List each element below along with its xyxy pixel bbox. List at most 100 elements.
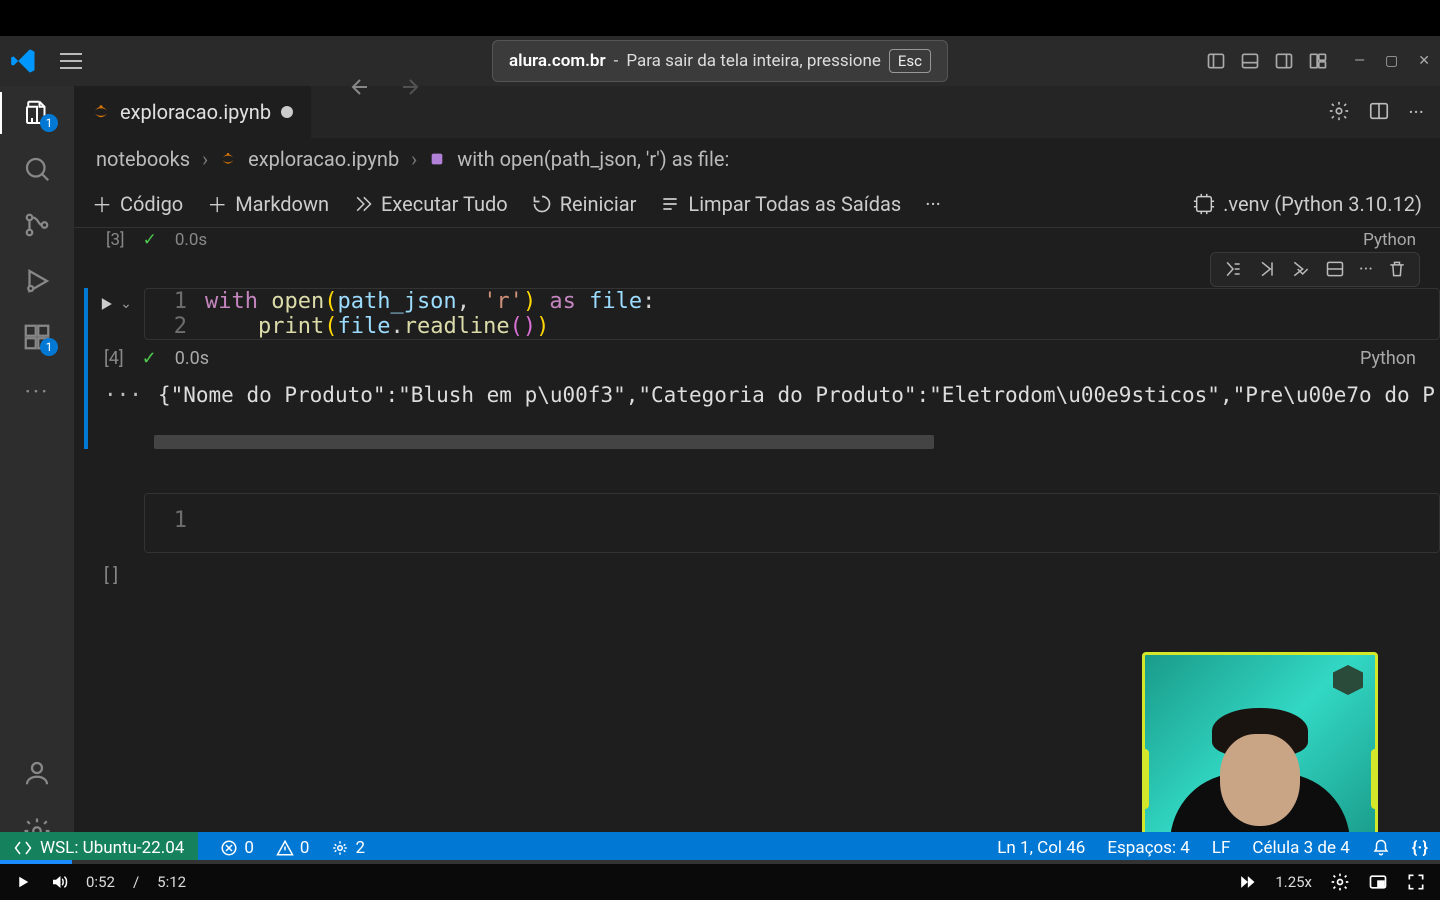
shield-icon: [1333, 665, 1363, 695]
video-time-total: 5:12: [157, 873, 186, 891]
cell-language[interactable]: Python: [1360, 348, 1440, 369]
video-time-current: 0:52: [86, 873, 115, 891]
video-settings-icon[interactable]: [1330, 872, 1350, 892]
ports-count[interactable]: 2: [331, 838, 365, 858]
output-scrollbar[interactable]: [154, 435, 934, 449]
empty-cell-exec-count: [ ]: [84, 553, 1440, 586]
json-icon[interactable]: {·}: [1412, 838, 1428, 858]
run-debug-icon[interactable]: [22, 266, 52, 296]
window-controls: — ▢ ✕: [1354, 53, 1430, 69]
layout-controls: [1206, 51, 1328, 71]
errors-count[interactable]: 0: [220, 838, 254, 858]
cell-toolbar: ···: [1210, 252, 1420, 287]
delete-cell-icon[interactable]: [1387, 259, 1407, 280]
explorer-icon[interactable]: 1: [22, 98, 52, 128]
chevron-down-icon[interactable]: ⌄: [120, 296, 132, 312]
tab-exploracao[interactable]: exploracao.ipynb: [74, 86, 311, 138]
source-control-icon[interactable]: [22, 210, 52, 240]
previous-cell-status: [3] ✓ 0.0s Python: [84, 228, 1440, 252]
video-controls: 0:52 / 5:12 1.25x: [0, 864, 1440, 900]
warnings-count[interactable]: 0: [276, 838, 310, 858]
run-all-button[interactable]: Executar Tudo: [353, 192, 508, 216]
pip-icon[interactable]: [1368, 872, 1388, 892]
exec-time: 0.0s: [175, 348, 209, 369]
clear-outputs-button[interactable]: Limpar Todas as Saídas: [660, 192, 901, 216]
symbol-icon: [429, 151, 445, 167]
breadcrumb[interactable]: notebooks › exploracao.ipynb › with open…: [74, 138, 1440, 180]
tab-bar: exploracao.ipynb ···: [74, 86, 1440, 138]
toolbar-more-icon[interactable]: ···: [925, 192, 941, 216]
chevron-right-icon: ›: [202, 147, 208, 171]
activity-bar: 1 1 ···: [0, 86, 74, 864]
unsaved-indicator-icon: [281, 106, 293, 118]
nav-forward-icon[interactable]: [394, 71, 426, 103]
cursor-position[interactable]: Ln 1, Col 46: [997, 838, 1085, 858]
menu-button[interactable]: [54, 47, 88, 75]
play-button[interactable]: [14, 873, 32, 891]
execute-below-icon[interactable]: [1291, 259, 1311, 280]
cell-output: ··· {"Nome do Produto":"Blush em p\u00f3…: [84, 377, 1440, 407]
output-expand-icon[interactable]: ···: [104, 383, 142, 407]
run-cell-icon[interactable]: [96, 294, 116, 314]
extensions-icon[interactable]: 1: [22, 322, 52, 352]
notebook-settings-icon[interactable]: [1328, 100, 1350, 124]
execute-above-icon[interactable]: [1257, 259, 1277, 280]
nav-back-icon[interactable]: [344, 71, 376, 103]
exec-time: 0.0s: [175, 230, 207, 250]
jupyter-icon: [92, 103, 110, 121]
restart-kernel-button[interactable]: Reiniciar: [532, 192, 637, 216]
customize-layout-icon[interactable]: [1308, 51, 1328, 71]
breadcrumb-file[interactable]: exploracao.ipynb: [248, 147, 399, 171]
vscode-logo-icon: [10, 47, 38, 75]
kernel-picker[interactable]: .venv (Python 3.10.12): [1193, 192, 1422, 216]
breadcrumb-folder[interactable]: notebooks: [96, 147, 190, 171]
search-icon[interactable]: [22, 154, 52, 184]
editor-area: exploracao.ipynb ··· notebooks › explora…: [74, 86, 1440, 864]
tab-filename: exploracao.ipynb: [120, 100, 271, 124]
code-editor[interactable]: 1 with open(path_json, 'r') as file: 2 p…: [144, 288, 1440, 340]
title-bar: alura.com.br - Para sair da tela inteira…: [0, 36, 1440, 86]
add-markdown-cell-button[interactable]: ＋Markdown: [207, 189, 329, 218]
run-by-line-icon[interactable]: [1223, 259, 1243, 280]
toggle-secondary-sidebar-icon[interactable]: [1274, 51, 1294, 71]
extensions-badge: 1: [40, 338, 58, 356]
overlay-site: alura.com.br: [509, 51, 606, 71]
cell-selection-indicator: [84, 288, 88, 449]
maximize-button[interactable]: ▢: [1385, 53, 1398, 69]
cell-position[interactable]: Célula 3 de 4: [1252, 838, 1349, 858]
indentation[interactable]: Espaços: 4: [1107, 838, 1190, 858]
accounts-icon[interactable]: [22, 758, 52, 788]
cell-status-row: [4] ✓ 0.0s Python: [84, 340, 1440, 377]
notebook-toolbar: ＋Código ＋Markdown Executar Tudo Reinicia…: [74, 180, 1440, 228]
more-icon[interactable]: ···: [25, 378, 50, 406]
skip-forward-icon[interactable]: [1237, 872, 1257, 892]
eol[interactable]: LF: [1212, 838, 1231, 858]
fullscreen-icon[interactable]: [1406, 872, 1426, 892]
breadcrumb-symbol[interactable]: with open(path_json, 'r') as file:: [457, 147, 729, 171]
checkmark-icon: ✓: [142, 348, 157, 369]
add-code-cell-button[interactable]: ＋Código: [92, 189, 183, 218]
video-progress-bar[interactable]: [0, 860, 1440, 864]
exec-count: [3]: [106, 230, 125, 250]
volume-icon[interactable]: [50, 873, 68, 891]
fullscreen-exit-hint: alura.com.br - Para sair da tela inteira…: [492, 40, 948, 82]
empty-code-cell[interactable]: 1: [84, 493, 1440, 553]
tab-more-icon[interactable]: ···: [1408, 100, 1424, 124]
cell-language: Python: [1363, 230, 1440, 250]
code-cell: ··· ⌄ 1 with open: [84, 288, 1440, 449]
split-editor-icon[interactable]: [1368, 100, 1390, 124]
playback-speed[interactable]: 1.25x: [1275, 873, 1312, 891]
bell-icon[interactable]: [1372, 839, 1390, 857]
checkmark-icon: ✓: [143, 230, 157, 250]
minimize-button[interactable]: —: [1354, 53, 1365, 69]
split-cell-icon[interactable]: [1325, 259, 1345, 280]
vscode-window: alura.com.br - Para sair da tela inteira…: [0, 36, 1440, 864]
chevron-right-icon: ›: [411, 147, 417, 171]
toggle-panel-icon[interactable]: [1240, 51, 1260, 71]
cell-more-icon[interactable]: ···: [1359, 259, 1373, 280]
explorer-badge: 1: [40, 114, 58, 132]
esc-key: Esc: [889, 49, 931, 73]
output-text: {"Nome do Produto":"Blush em p\u00f3","C…: [158, 383, 1435, 407]
close-button[interactable]: ✕: [1418, 53, 1430, 69]
toggle-primary-sidebar-icon[interactable]: [1206, 51, 1226, 71]
